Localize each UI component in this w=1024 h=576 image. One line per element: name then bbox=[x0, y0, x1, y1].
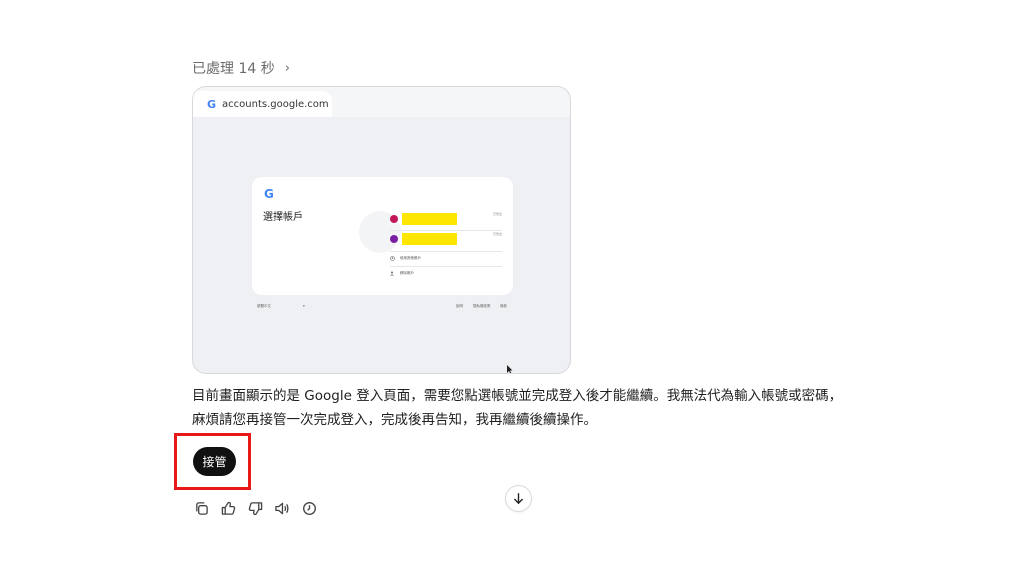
copy-icon[interactable] bbox=[193, 500, 209, 516]
chevron-right-icon: › bbox=[284, 60, 290, 76]
browser-screenshot[interactable]: G accounts.google.com G 選擇帳戶 已登出 已登出 使用其… bbox=[192, 86, 571, 374]
history-icon[interactable] bbox=[301, 500, 317, 516]
divider bbox=[390, 230, 502, 231]
browser-tab: G accounts.google.com bbox=[193, 91, 332, 117]
processing-time-label: 已處理 14 秒 bbox=[192, 61, 275, 77]
redacted-email-bar bbox=[402, 233, 457, 245]
message-line: 麻煩請您再接管一次完成登入，完成後再告知，我再繼續後續操作。 bbox=[192, 412, 597, 428]
remove-user-icon bbox=[390, 271, 394, 276]
account-status: 已登出 bbox=[492, 232, 502, 236]
takeover-button[interactable]: 接管 bbox=[193, 447, 236, 476]
language-selector: 繁體中文 bbox=[257, 304, 271, 308]
speaker-icon[interactable] bbox=[274, 500, 290, 516]
arrow-down-icon bbox=[514, 493, 523, 505]
thumbs-up-icon[interactable] bbox=[220, 500, 236, 516]
thumbs-down-icon[interactable] bbox=[247, 500, 263, 516]
chevron-down-icon: ▾ bbox=[303, 304, 305, 308]
message-actions bbox=[193, 500, 317, 516]
assistant-message: 目前畫面顯示的是 Google 登入頁面，需要您點選帳號並完成登入後才能繼續。我… bbox=[192, 384, 872, 432]
choose-account-card: G 選擇帳戶 已登出 已登出 使用其他帳戶 移除帳戶 bbox=[252, 177, 513, 295]
choose-account-heading: 選擇帳戶 bbox=[263, 212, 303, 223]
account-item: 已登出 bbox=[390, 212, 502, 228]
message-line: 目前畫面顯示的是 Google 登入頁面，需要您點選帳號並完成登入後才能繼續。我… bbox=[192, 388, 843, 404]
redacted-email-bar bbox=[402, 213, 457, 225]
use-another-account-label: 使用其他帳戶 bbox=[400, 256, 421, 260]
account-circle-icon bbox=[390, 256, 395, 261]
account-item: 已登出 bbox=[390, 232, 502, 248]
footer-link-help: 說明 bbox=[456, 304, 463, 308]
mouse-cursor-icon bbox=[507, 365, 513, 373]
account-avatar-icon bbox=[390, 235, 398, 243]
account-status: 已登出 bbox=[492, 212, 502, 216]
footer-link-privacy: 隱私權政策 bbox=[473, 304, 491, 308]
browser-tab-bar: G accounts.google.com bbox=[193, 87, 570, 117]
remove-account-label: 移除帳戶 bbox=[400, 271, 414, 275]
remove-account-row: 移除帳戶 bbox=[390, 267, 502, 280]
tab-url: accounts.google.com bbox=[222, 98, 329, 110]
footer-link-terms: 條款 bbox=[500, 304, 507, 308]
use-another-account-row: 使用其他帳戶 bbox=[390, 252, 502, 265]
google-logo-icon: G bbox=[264, 187, 274, 201]
processing-time-toggle[interactable]: 已處理 14 秒 › bbox=[192, 57, 290, 79]
account-avatar-icon bbox=[390, 215, 398, 223]
google-logo-icon: G bbox=[207, 97, 217, 111]
scroll-down-button[interactable] bbox=[505, 485, 532, 512]
